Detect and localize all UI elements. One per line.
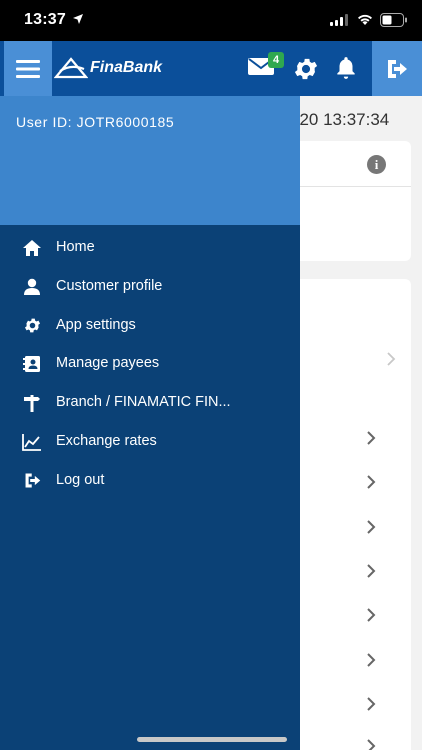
battery-icon	[380, 13, 407, 27]
drawer-item-home[interactable]: Home	[0, 228, 300, 267]
user-id-label: User ID: JOTR6000185	[16, 114, 175, 130]
drawer-item-label: Log out	[56, 471, 105, 488]
finabank-logo-icon	[54, 57, 88, 79]
logout-icon	[388, 59, 407, 78]
gear-icon	[22, 316, 42, 336]
notifications-bell-icon[interactable]	[333, 55, 359, 81]
mail-badge: 4	[268, 52, 284, 68]
chevron-right-icon[interactable]	[366, 739, 376, 750]
drawer-item-label: Branch / FINAMATIC FIN...	[56, 394, 231, 411]
navigation-drawer: User ID: JOTR6000185 Home Customer profi…	[0, 96, 300, 750]
accounts-card	[290, 279, 411, 750]
drawer-item-label: Customer profile	[56, 277, 163, 294]
contacts-icon	[22, 354, 42, 374]
drawer-item-app-settings[interactable]: App settings	[0, 306, 300, 345]
brand-name: FinaBank	[90, 59, 163, 76]
status-time: 13:37	[24, 11, 66, 28]
chevron-right-icon[interactable]	[366, 697, 376, 711]
drawer-item-manage-payees[interactable]: Manage payees	[0, 344, 300, 383]
app-header: FinaBank 4	[0, 41, 422, 96]
drawer-item-exchange-rates[interactable]: Exchange rates	[0, 422, 300, 461]
cellular-signal-icon	[330, 14, 348, 26]
drawer-item-label: App settings	[56, 316, 136, 333]
drawer-item-label: Exchange rates	[56, 432, 157, 449]
brand-logo: FinaBank	[54, 57, 162, 79]
chevron-right-icon[interactable]	[366, 653, 376, 667]
signpost-icon	[22, 393, 42, 413]
hamburger-icon	[16, 59, 40, 78]
drawer-header: User ID: JOTR6000185	[0, 96, 300, 225]
status-bar: 13:37	[0, 0, 422, 41]
wifi-icon	[358, 14, 372, 25]
user-icon	[22, 277, 42, 297]
location-arrow-icon	[73, 14, 83, 24]
drawer-item-customer-profile[interactable]: Customer profile	[0, 267, 300, 306]
drawer-item-label: Home	[56, 239, 95, 255]
card-divider	[290, 186, 411, 187]
info-card: i	[290, 141, 411, 261]
last-login-date: 020 13:37:34	[290, 110, 390, 129]
home-indicator[interactable]	[137, 737, 287, 742]
chevron-right-icon[interactable]	[366, 608, 376, 622]
drawer-item-branch[interactable]: Branch / FINAMATIC FIN...	[0, 383, 300, 422]
drawer-menu: Home Customer profile App settings Manag…	[0, 228, 300, 500]
drawer-item-label: Manage payees	[56, 355, 160, 372]
chevron-right-icon[interactable]	[366, 520, 376, 534]
chevron-right-icon[interactable]	[366, 431, 376, 445]
header-logout-button[interactable]	[372, 41, 422, 96]
chevron-right-icon[interactable]	[386, 352, 396, 366]
settings-gear-icon[interactable]	[292, 55, 320, 83]
home-icon	[22, 238, 42, 258]
menu-button[interactable]	[4, 41, 52, 96]
chevron-right-icon[interactable]	[366, 475, 376, 489]
logout-icon	[22, 471, 42, 491]
chart-icon	[22, 432, 42, 452]
chevron-right-icon[interactable]	[366, 564, 376, 578]
info-icon[interactable]: i	[367, 155, 386, 174]
drawer-item-log-out[interactable]: Log out	[0, 461, 300, 500]
